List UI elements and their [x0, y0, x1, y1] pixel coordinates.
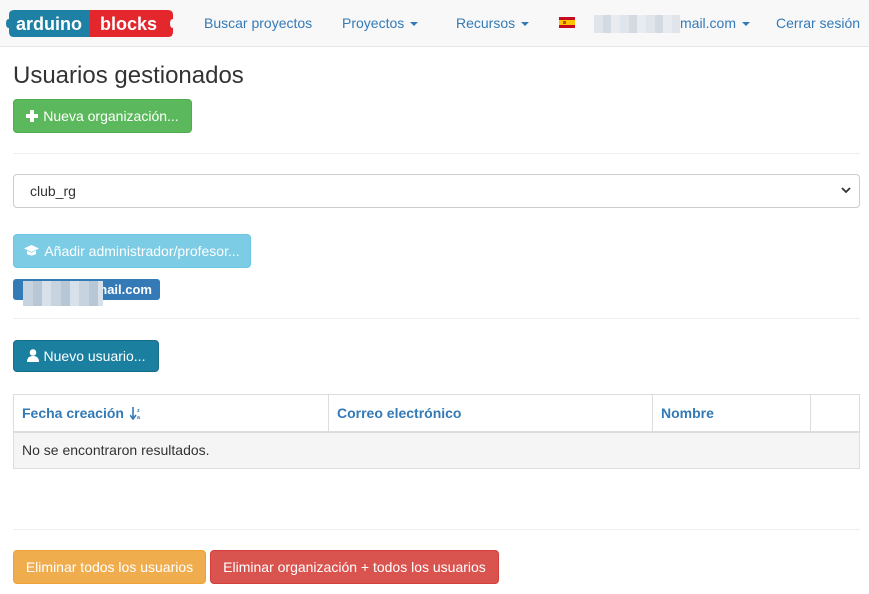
- new-organization-button[interactable]: Nueva organización...: [13, 99, 192, 133]
- column-created-date[interactable]: Fecha creación z a: [13, 394, 329, 433]
- user-icon: [26, 349, 39, 362]
- nav-resources-dropdown[interactable]: Recursos: [456, 0, 530, 47]
- spain-flag-icon[interactable]: [559, 17, 575, 28]
- column-actions: [810, 394, 860, 433]
- table-row: No se encontraron resultados.: [13, 431, 860, 469]
- caret-down-icon: [742, 22, 751, 27]
- caret-down-icon: [410, 22, 419, 27]
- plus-icon: [26, 110, 39, 122]
- sort-ascending-icon: z a: [129, 406, 141, 420]
- redacted-email-mask: [594, 15, 680, 34]
- new-organization-label: Nueva organización...: [43, 108, 179, 124]
- svg-text:z: z: [137, 408, 140, 414]
- logo-text-left: arduino: [16, 14, 82, 34]
- delete-all-users-label: Eliminar todos los usuarios: [25, 559, 194, 575]
- column-name-label: Nombre: [661, 404, 714, 421]
- delete-all-users-button[interactable]: Eliminar todos los usuarios: [13, 550, 206, 584]
- nav-account-dropdown[interactable]: mail.com: [594, 0, 751, 47]
- organization-select[interactable]: club_rg: [13, 174, 860, 208]
- logo-text-right: blocks: [100, 14, 157, 34]
- nav-search-projects[interactable]: Buscar proyectos: [204, 0, 312, 47]
- redacted-email-mask: [23, 281, 103, 306]
- delete-organization-and-users-button[interactable]: Eliminar organización + todos los usuari…: [210, 550, 499, 584]
- divider: [13, 529, 860, 530]
- divider: [13, 318, 860, 319]
- arduinoblocks-logo[interactable]: arduino blocks: [6, 7, 175, 40]
- divider: [13, 153, 860, 154]
- nav-account-email: mail.com: [680, 15, 737, 31]
- nav-projects-dropdown[interactable]: Proyectos: [342, 0, 419, 47]
- graduation-cap-icon: [24, 245, 40, 256]
- nav-resources-label: Recursos: [456, 15, 516, 31]
- column-email[interactable]: Correo electrónico: [328, 394, 653, 433]
- caret-down-icon: [521, 22, 530, 27]
- svg-text:a: a: [137, 415, 141, 420]
- nav-logout[interactable]: Cerrar sesión: [776, 0, 860, 47]
- column-email-label: Correo electrónico: [337, 404, 462, 421]
- users-table: Fecha creación z a Correo electrónico No…: [13, 394, 860, 469]
- page-title: Usuarios gestionados: [13, 62, 244, 89]
- column-created-date-label: Fecha creación: [22, 404, 124, 421]
- column-name[interactable]: Nombre: [652, 394, 811, 433]
- new-user-button[interactable]: Nuevo usuario...: [13, 340, 159, 372]
- organization-select-value: club_rg: [30, 183, 76, 199]
- nav-search-projects-label: Buscar proyectos: [204, 15, 313, 31]
- add-admin-teacher-label: Añadir administrador/profesor...: [44, 243, 240, 259]
- nav-logout-label: Cerrar sesión: [776, 15, 861, 31]
- admin-email-badge: mail.com: [13, 279, 160, 306]
- nav-projects-label: Proyectos: [342, 15, 405, 31]
- admin-email-text: mail.com: [95, 282, 152, 297]
- table-header-row: Fecha creación z a Correo electrónico No…: [13, 394, 860, 433]
- top-navbar: arduino blocks Buscar proyectos Proyecto…: [0, 0, 869, 47]
- add-admin-teacher-button[interactable]: Añadir administrador/profesor...: [13, 234, 251, 268]
- chevron-down-icon: [841, 187, 851, 194]
- new-user-label: Nuevo usuario...: [43, 348, 146, 364]
- empty-results-message: No se encontraron resultados.: [13, 431, 860, 469]
- delete-organization-and-users-label: Eliminar organización + todos los usuari…: [223, 559, 486, 575]
